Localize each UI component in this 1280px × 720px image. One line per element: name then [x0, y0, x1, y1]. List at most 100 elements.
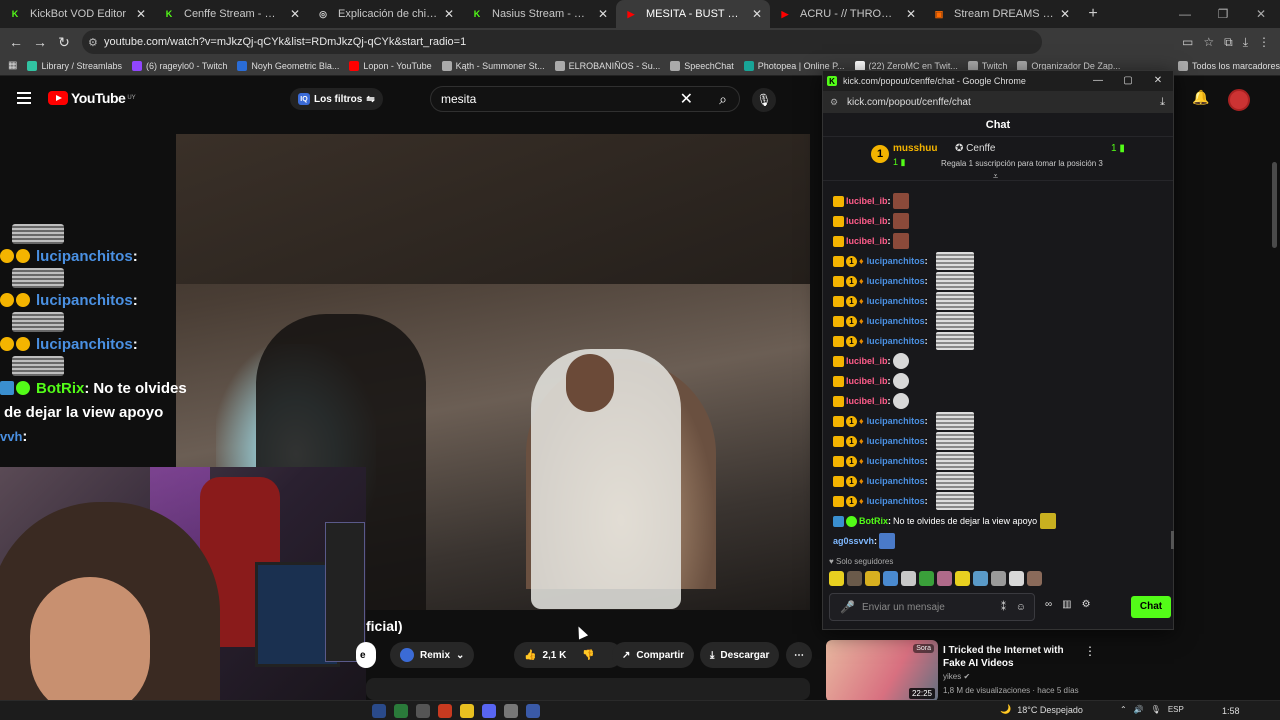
chat-username[interactable]: lucibel_ib — [846, 196, 888, 206]
browser-tab[interactable]: ◎ Explicación de chiste absurdo ✕ — [308, 0, 462, 28]
back-icon[interactable]: ← — [4, 34, 28, 50]
popup-url[interactable]: kick.com/popout/cenffe/chat — [847, 97, 971, 108]
bookmark-item[interactable]: SpeechChat — [670, 60, 734, 71]
store-icon[interactable]: ▥ — [1062, 599, 1071, 610]
notifications-icon[interactable]: 🔔 — [1192, 89, 1209, 106]
bookmark-item[interactable]: Organizador De Zap... — [1017, 60, 1120, 71]
streamer-label[interactable]: ✪ Cenffe — [955, 143, 995, 154]
mic-icon[interactable]: 🎙 — [1151, 705, 1161, 714]
bookmark-item[interactable]: ELROBANIÑOS - Su... — [554, 60, 660, 71]
search-icon[interactable]: ⌕ — [719, 91, 727, 108]
browser-tab[interactable]: ▶ MESITA - BUST DOWN (Vi ✕ — [616, 0, 770, 28]
close-tab-icon[interactable]: ✕ — [136, 7, 146, 21]
chat-username[interactable]: lucipanchitos — [867, 256, 925, 266]
chat-username[interactable]: lucipanchitos — [867, 436, 925, 446]
browser-tab[interactable]: K KickBot VOD Editor ✕ — [0, 0, 154, 28]
download-icon[interactable]: ⤓ — [1160, 96, 1165, 109]
chat-username[interactable]: lucipanchitos — [867, 336, 925, 346]
close-icon[interactable]: ✕ — [1143, 71, 1173, 91]
remix-button[interactable]: Remix ⌄ — [390, 642, 475, 668]
bookmark-item[interactable]: Lopon - YouTube — [349, 60, 432, 71]
browser-tab[interactable]: K Cenffe Stream - Watch Live o ✕ — [154, 0, 308, 28]
emoji-icon[interactable]: ☺ — [1016, 602, 1026, 613]
bookmark-item[interactable]: (6) rageylo0 - Twitch — [131, 60, 227, 71]
like-count[interactable]: 2,1 K — [542, 650, 566, 661]
browser-tab[interactable]: ▶ ACRU - // THROW UP SESSIO ✕ — [770, 0, 924, 28]
emote-icon[interactable] — [883, 571, 898, 586]
suggested-thumbnail[interactable]: Sora 22:25 — [826, 640, 938, 702]
chat-username[interactable]: ag0ssvvh — [833, 536, 874, 546]
maximize-icon[interactable]: ❐ — [1204, 0, 1242, 28]
download-icon[interactable]: ⤓ — [1243, 35, 1248, 50]
chat-input[interactable]: 🎤 Enviar un mensaje ⁑ ☺ — [829, 593, 1035, 621]
emote-icon[interactable] — [991, 571, 1006, 586]
suggested-title[interactable]: I Tricked the Internet with Fake AI Vide… — [943, 644, 1083, 670]
app-icon[interactable] — [394, 704, 408, 718]
chat-username[interactable]: lucibel_ib — [846, 376, 888, 386]
emote-icon[interactable] — [955, 571, 970, 586]
emote-icon[interactable] — [919, 571, 934, 586]
minimize-icon[interactable]: — — [1166, 0, 1204, 28]
chat-scrollbar[interactable] — [1171, 531, 1174, 549]
hamburger-menu-icon[interactable] — [17, 92, 31, 104]
chat-username[interactable]: lucipanchitos — [867, 476, 925, 486]
chat-username[interactable]: lucipanchitos — [867, 316, 925, 326]
mic-icon[interactable]: 🎤 — [840, 600, 855, 614]
chat-username[interactable]: lucibel_ib — [846, 236, 888, 246]
close-window-icon[interactable]: ✕ — [1242, 0, 1280, 28]
site-info-icon[interactable]: ⚙ — [88, 36, 98, 49]
send-chat-button[interactable]: Chat — [1131, 596, 1171, 618]
emote-icon[interactable] — [1009, 571, 1024, 586]
expand-icon[interactable]: ⩡ — [993, 171, 998, 182]
site-info-icon[interactable]: ⚙ — [830, 97, 838, 108]
url-field[interactable]: ⚙ youtube.com/watch?v=mJkzQj-qCYk&list=R… — [82, 30, 1042, 54]
extension-emote-icon[interactable]: ⁑ — [1001, 602, 1006, 613]
search-input[interactable]: mesita — [441, 92, 476, 106]
weather-widget[interactable]: 🌙 18°C Despejado — [1000, 704, 1083, 715]
avatar[interactable] — [1228, 89, 1250, 111]
close-tab-icon[interactable]: ✕ — [444, 7, 454, 21]
emote-icon[interactable] — [901, 571, 916, 586]
emote-icon[interactable] — [1027, 571, 1042, 586]
close-tab-icon[interactable]: ✕ — [906, 7, 916, 21]
clock[interactable]: 1:58 — [1222, 706, 1240, 716]
language-indicator[interactable]: ESP — [1168, 705, 1184, 714]
app-icon[interactable] — [504, 704, 518, 718]
search-box[interactable]: mesita ✕ ⌕ — [430, 86, 740, 112]
extension-icon[interactable]: ⧉ — [1224, 35, 1233, 50]
app-icon[interactable] — [526, 704, 540, 718]
star-icon[interactable]: ☆ — [1203, 35, 1214, 49]
chat-username[interactable]: lucibel_ib — [846, 216, 888, 226]
emote-icon[interactable] — [865, 571, 880, 586]
steam-icon[interactable] — [372, 704, 386, 718]
more-actions-button[interactable]: ⋯ — [786, 642, 812, 668]
dislike-icon[interactable]: 👎 — [582, 650, 594, 661]
download-button[interactable]: ⤓ Descargar — [700, 642, 780, 668]
app-icon[interactable] — [416, 704, 430, 718]
tray-icon[interactable]: ⌃ — [1120, 705, 1127, 714]
clear-search-icon[interactable]: ✕ — [680, 89, 693, 109]
close-tab-icon[interactable]: ✕ — [752, 7, 762, 21]
settings-icon[interactable]: ⚙ — [1082, 599, 1091, 610]
youtube-logo[interactable]: YouTube UY — [48, 90, 136, 106]
emote-icon[interactable] — [847, 571, 862, 586]
points-icon[interactable]: ∞ — [1045, 599, 1052, 610]
leader-username[interactable]: musshuu — [893, 143, 937, 154]
minimize-icon[interactable]: — — [1083, 71, 1113, 91]
description-box[interactable] — [366, 678, 810, 700]
chrome-icon[interactable] — [460, 704, 474, 718]
more-options-icon[interactable]: ⋮ — [1084, 644, 1096, 658]
close-tab-icon[interactable]: ✕ — [598, 7, 608, 21]
subscribe-button[interactable]: e — [356, 642, 376, 668]
cast-icon[interactable]: ▭ — [1182, 35, 1193, 49]
volume-icon[interactable]: 🔊 — [1134, 705, 1144, 714]
bookmark-item[interactable]: Todos los marcadores — [1178, 60, 1280, 71]
chat-username[interactable]: lucipanchitos — [867, 416, 925, 426]
close-tab-icon[interactable]: ✕ — [290, 7, 300, 21]
chat-username[interactable]: lucibel_ib — [846, 356, 888, 366]
chat-username[interactable]: BotRix — [859, 516, 888, 526]
maximize-icon[interactable]: ▢ — [1113, 71, 1143, 91]
emote-icon[interactable] — [829, 571, 844, 586]
bookmark-item[interactable]: Kąth - Summoner St... — [441, 60, 545, 71]
chat-username[interactable]: lucipanchitos — [867, 276, 925, 286]
